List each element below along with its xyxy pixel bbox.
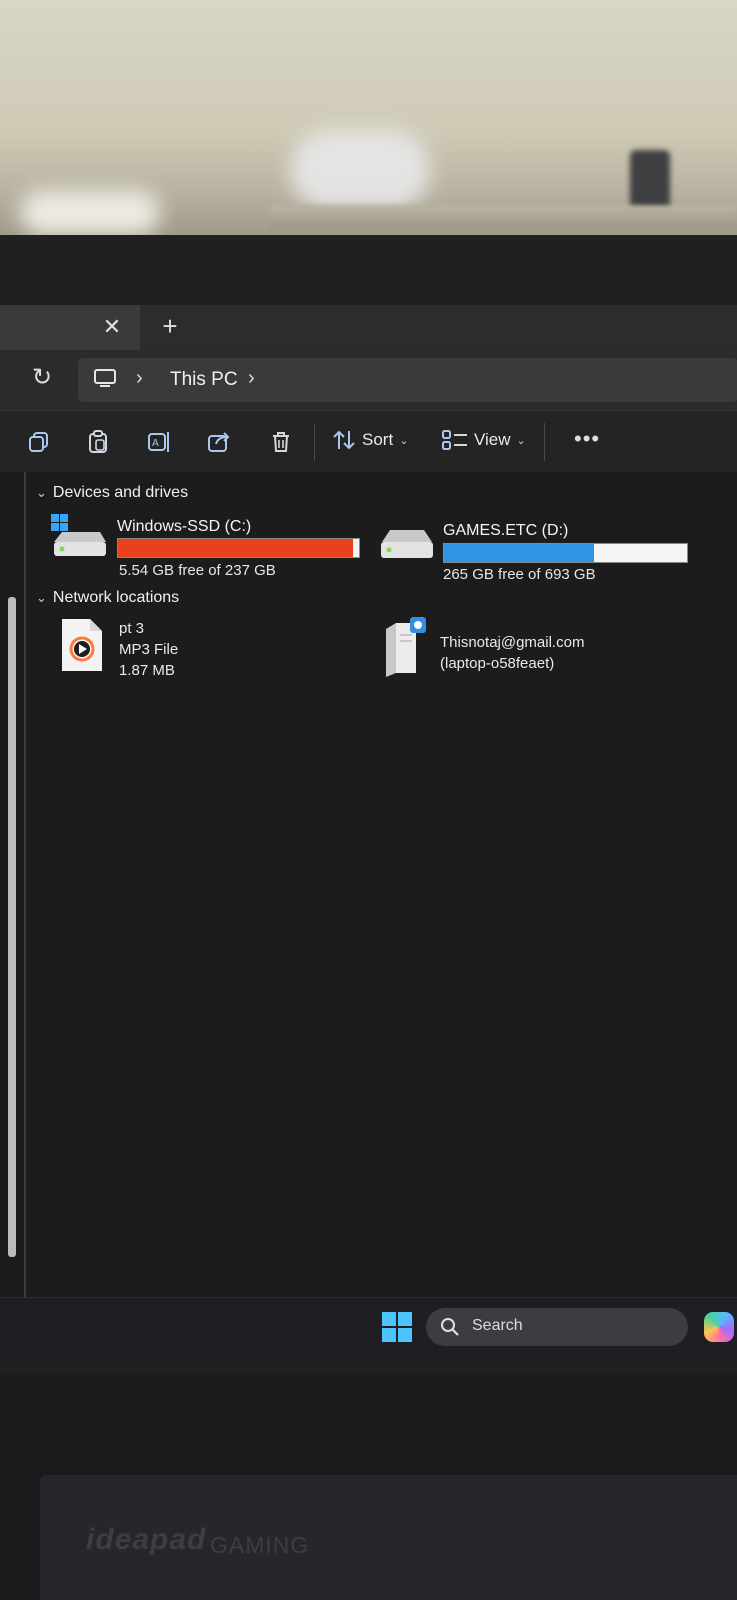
drive-icon [381, 530, 433, 558]
share-icon[interactable] [206, 429, 232, 455]
svg-text:A: A [152, 438, 159, 449]
network-share-icon [386, 617, 426, 677]
chevron-down-icon: ⌄ [36, 485, 47, 500]
toolbar-divider [314, 423, 315, 461]
breadcrumb-separator: › [136, 367, 143, 389]
new-tab-icon[interactable]: + [158, 313, 182, 339]
section-title: Network locations [52, 589, 180, 606]
chevron-down-icon: ⌄ [516, 434, 526, 447]
address-bar[interactable]: › This PC › [78, 358, 737, 402]
section-header-network[interactable]: ⌄ Network locations [36, 589, 179, 607]
breadcrumb-chevron[interactable]: › [248, 367, 255, 390]
paste-icon[interactable] [85, 429, 111, 455]
drive-free-space: 265 GB free of 693 GB [443, 566, 596, 583]
drive-usage-fill [118, 539, 354, 557]
network-host: (laptop-o58feaet) [440, 655, 555, 672]
drive-name: Windows-SSD (C:) [117, 518, 252, 535]
tab-bar: ✕ + [0, 305, 737, 350]
file-size: 1.87 MB [119, 662, 175, 679]
sort-icon [333, 430, 355, 450]
laptop-screen: ✕ + ↻ › This PC › A Sort ⌄ View ⌄ ••• ⌄ … [0, 305, 737, 1375]
brand-logo-sub: GAMING [210, 1532, 310, 1558]
refresh-icon[interactable]: ↻ [28, 364, 56, 392]
background-shelf [270, 205, 737, 230]
start-button-icon[interactable] [382, 1312, 412, 1342]
network-user: Thisnotaj@gmail.com [440, 634, 585, 651]
background-object [20, 190, 160, 235]
command-bar: A Sort ⌄ View ⌄ ••• [0, 410, 737, 472]
sort-button[interactable]: Sort ⌄ [332, 429, 408, 451]
more-options-icon[interactable]: ••• [574, 428, 600, 450]
drive-usage-bar [117, 538, 360, 558]
windows-drive-icon [51, 514, 106, 556]
chevron-down-icon: ⌄ [399, 434, 409, 447]
view-label: View [474, 430, 511, 449]
media-file-icon [62, 619, 102, 671]
view-button[interactable]: View ⌄ [442, 429, 526, 451]
nav-pane-border [24, 472, 26, 1297]
nav-pane-scrollbar[interactable] [8, 597, 16, 1257]
drive-usage-bar [443, 543, 688, 563]
address-row: ↻ › This PC › [0, 350, 737, 410]
sort-label: Sort [362, 430, 394, 449]
close-tab-icon[interactable]: ✕ [100, 315, 124, 339]
search-icon [441, 1318, 459, 1336]
copy-icon[interactable] [26, 429, 52, 455]
drive-usage-fill [444, 544, 595, 562]
file-name: pt 3 [119, 620, 145, 637]
view-icon [442, 430, 467, 450]
search-placeholder: Search [472, 1317, 523, 1334]
copilot-icon[interactable] [704, 1312, 734, 1342]
file-list-area[interactable]: ⌄ Devices and drives Windows-SSD (C:) 5.… [0, 472, 737, 1297]
section-header-devices[interactable]: ⌄ Devices and drives [36, 484, 188, 502]
chevron-down-icon: ⌄ [36, 590, 47, 605]
file-type: MP3 File [119, 641, 179, 658]
computer-icon [94, 369, 116, 387]
taskbar: Search [0, 1297, 737, 1357]
delete-icon[interactable] [268, 429, 294, 455]
breadcrumb-this-pc[interactable]: This PC [170, 369, 238, 391]
background-object [290, 130, 430, 210]
toolbar-divider [544, 423, 545, 461]
taskbar-search[interactable]: Search [426, 1308, 688, 1346]
drive-name: GAMES.ETC (D:) [443, 522, 569, 539]
rename-icon[interactable]: A [146, 429, 172, 455]
drive-free-space: 5.54 GB free of 237 GB [119, 562, 276, 579]
brand-logo: ideapad [86, 1523, 207, 1556]
section-title: Devices and drives [52, 484, 189, 501]
